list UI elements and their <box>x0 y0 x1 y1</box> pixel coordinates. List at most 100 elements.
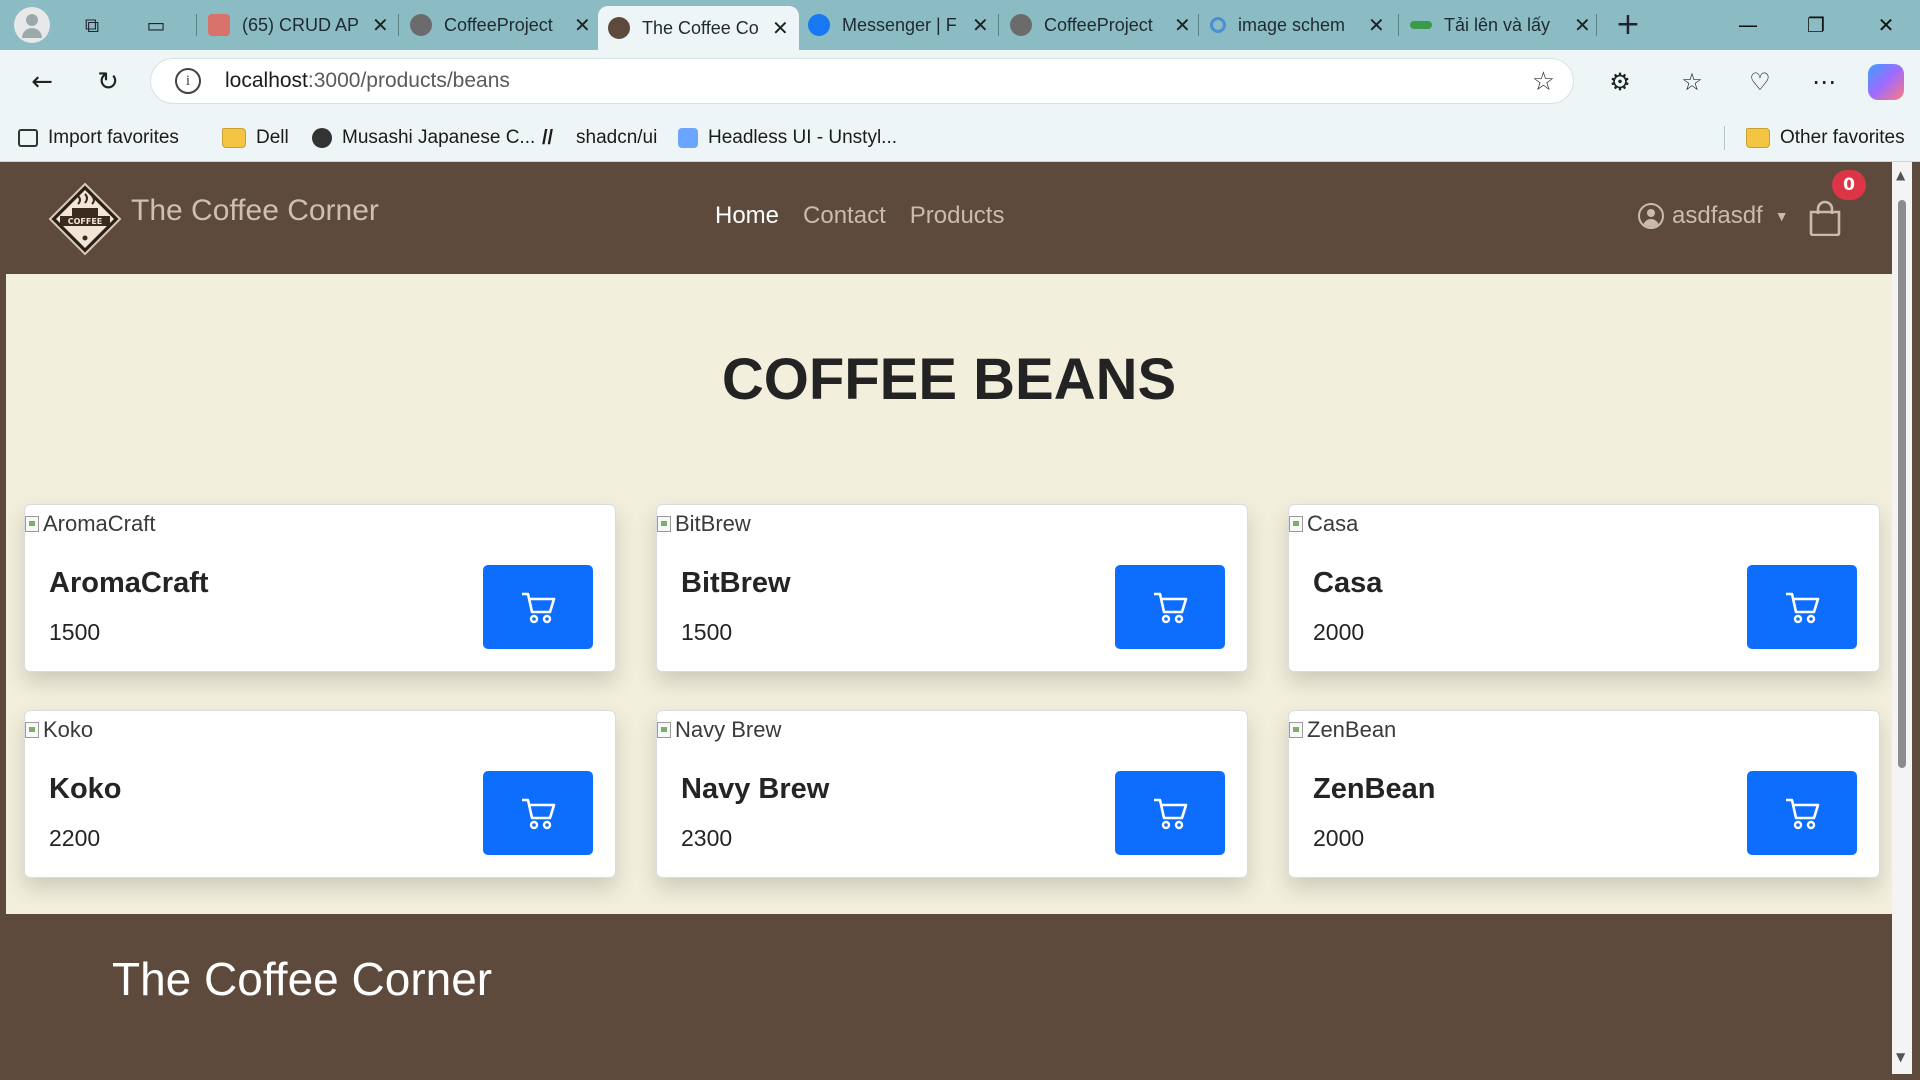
add-to-cart-button[interactable] <box>1747 565 1857 649</box>
favorite-dell[interactable]: Dell <box>222 124 289 152</box>
github-icon <box>1010 14 1032 36</box>
tab-messenger[interactable]: Messenger | F ✕ <box>798 6 999 44</box>
tab-title: Tải lên và lấy <box>1444 14 1551 35</box>
shadcn-icon: // <box>542 127 554 149</box>
brand-name[interactable]: The Coffee Corner <box>131 194 379 228</box>
broken-image-icon <box>657 722 671 738</box>
broken-image-icon <box>25 516 39 532</box>
product-name: AromaCraft <box>49 567 209 599</box>
product-card: BitBrew BitBrew 1500 <box>656 504 1248 672</box>
search-icon <box>1210 17 1226 33</box>
close-icon[interactable]: ✕ <box>1574 13 1591 38</box>
main-menu: Home Contact Products <box>715 202 1004 230</box>
favorites-bar: Import favorites Dell Musashi Japanese C… <box>0 114 1920 162</box>
window-close-icon[interactable]: ✕ <box>1866 10 1906 40</box>
add-to-cart-button[interactable] <box>1115 771 1225 855</box>
product-card: ZenBean ZenBean 2000 <box>1288 710 1880 878</box>
folder-icon <box>1746 128 1770 148</box>
coffee-corner-logo[interactable]: COFFEE <box>48 182 122 256</box>
minimize-icon[interactable]: — <box>1728 10 1768 40</box>
tab-the-coffee-corner[interactable]: The Coffee Co ✕ <box>598 6 799 50</box>
username: asdfasdf <box>1672 202 1763 229</box>
site-info-icon[interactable]: i <box>175 68 201 94</box>
workspaces-icon[interactable]: ⧉ <box>78 11 106 39</box>
favorite-other[interactable]: Other favorites <box>1746 124 1905 152</box>
close-icon[interactable]: ✕ <box>772 16 789 41</box>
broken-image-icon <box>25 722 39 738</box>
back-icon[interactable]: ← <box>24 64 60 100</box>
cart-icon <box>1154 592 1188 624</box>
user-menu[interactable]: asdfasdf ▼ <box>1638 202 1789 230</box>
tab-image-schema[interactable]: image schem ✕ <box>1200 6 1395 44</box>
github-icon <box>410 14 432 36</box>
page-scrollbar[interactable]: ▲ ▼ <box>1892 162 1912 1074</box>
cart-icon <box>1154 798 1188 830</box>
favorite-musashi[interactable]: Musashi Japanese C... <box>312 124 535 152</box>
profile-avatar[interactable] <box>14 7 50 43</box>
product-image: Navy Brew <box>657 717 781 743</box>
address-bar[interactable]: i localhost:3000/products/beans ☆ <box>150 58 1574 104</box>
scrollbar-thumb[interactable] <box>1898 200 1906 768</box>
copilot-icon[interactable] <box>1868 64 1904 100</box>
extensions-icon[interactable]: ⚙ <box>1602 64 1638 100</box>
url-text[interactable]: localhost:3000/products/beans <box>225 69 510 93</box>
headlessui-icon <box>678 128 698 148</box>
tab-title: CoffeeProject <box>444 14 553 35</box>
add-to-cart-button[interactable] <box>1747 771 1857 855</box>
product-grid: AromaCraft AromaCraft 1500 BitBrew BitBr… <box>24 504 1880 878</box>
tab-coffee-project[interactable]: CoffeeProject ✕ <box>400 6 601 44</box>
tab-actions-icon[interactable]: ▭ <box>142 11 170 39</box>
product-image: Koko <box>25 717 93 743</box>
tab-crud-api[interactable]: (65) CRUD AP ✕ <box>198 6 399 44</box>
favorite-shadcn[interactable]: // shadcn/ui <box>542 124 657 152</box>
new-tab-icon[interactable]: + <box>1614 10 1642 40</box>
cart-icon <box>1786 592 1820 624</box>
scroll-up-icon[interactable]: ▲ <box>1896 168 1905 182</box>
scroll-down-icon[interactable]: ▼ <box>1896 1050 1905 1064</box>
browser-tab-bar: ⧉ ▭ (65) CRUD AP ✕ CoffeeProject ✕ The C… <box>0 0 1920 50</box>
coffee-logo-icon <box>608 17 630 39</box>
favorite-headless-ui[interactable]: Headless UI - Unstyl... <box>678 124 897 152</box>
restore-icon[interactable]: ❐ <box>1796 10 1836 40</box>
cart-icon <box>522 592 556 624</box>
favorite-import[interactable]: Import favorites <box>18 124 179 152</box>
add-to-cart-button[interactable] <box>1115 565 1225 649</box>
browser-essentials-icon[interactable]: ♡ <box>1742 64 1778 100</box>
youtube-icon <box>208 14 230 36</box>
add-to-cart-button[interactable] <box>483 565 593 649</box>
folder-icon <box>222 128 246 148</box>
caret-down-icon: ▼ <box>1774 208 1789 224</box>
product-name: Koko <box>49 773 122 805</box>
nav-contact-link[interactable]: Contact <box>803 202 886 230</box>
broken-image-icon <box>1289 722 1303 738</box>
cart-icon <box>1786 798 1820 830</box>
favorite-star-icon[interactable]: ☆ <box>1532 67 1555 97</box>
product-image: BitBrew <box>657 511 751 537</box>
tab-coffee-project-2[interactable]: CoffeeProject ✕ <box>1000 6 1201 44</box>
product-card: Navy Brew Navy Brew 2300 <box>656 710 1248 878</box>
close-icon[interactable]: ✕ <box>372 13 389 38</box>
close-icon[interactable]: ✕ <box>574 13 591 38</box>
product-price: 2300 <box>681 825 733 851</box>
add-to-cart-button[interactable] <box>483 771 593 855</box>
musashi-icon <box>312 128 332 148</box>
shopping-bag-icon[interactable] <box>1808 200 1842 236</box>
tab-title: The Coffee Co <box>642 17 759 38</box>
nav-home-link[interactable]: Home <box>715 202 779 230</box>
import-icon <box>18 129 38 147</box>
cart-count-badge: 0 <box>1832 170 1866 200</box>
cart-icon <box>522 798 556 830</box>
nav-products-link[interactable]: Products <box>910 202 1005 230</box>
refresh-icon[interactable]: ↻ <box>90 64 126 100</box>
tab-upload[interactable]: Tải lên và lấy ✕ <box>1400 6 1601 44</box>
product-name: Casa <box>1313 567 1383 599</box>
close-icon[interactable]: ✕ <box>1174 13 1191 38</box>
close-icon[interactable]: ✕ <box>972 13 989 38</box>
product-price: 2000 <box>1313 619 1365 645</box>
favorites-icon[interactable]: ☆ <box>1674 64 1710 100</box>
broken-image-icon <box>657 516 671 532</box>
link-icon <box>1410 21 1432 29</box>
close-icon[interactable]: ✕ <box>1368 13 1385 38</box>
product-image: ZenBean <box>1289 717 1396 743</box>
more-options-icon[interactable]: ⋯ <box>1806 64 1842 100</box>
